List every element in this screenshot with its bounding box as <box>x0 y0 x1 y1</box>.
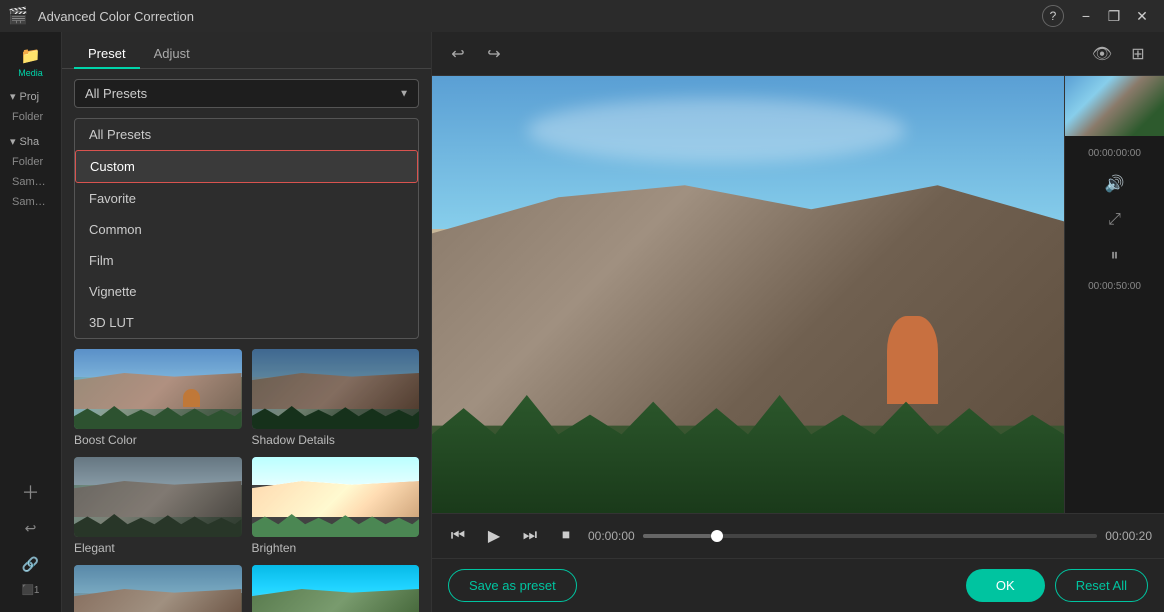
bottom-actions: Save as preset OK Reset All <box>432 558 1164 612</box>
nav-item-media[interactable]: 📁 Media <box>4 40 57 84</box>
preset-label-brighten: Brighten <box>252 541 420 555</box>
menu-item-3d-lut[interactable]: 3D LUT <box>75 307 418 338</box>
mini-play-pause-button[interactable]: ⏸ <box>1100 241 1130 271</box>
app-icon: 🎬 <box>8 6 28 26</box>
window-title: Advanced Color Correction <box>34 9 1042 24</box>
preset-thumb-shadow-details <box>252 349 420 429</box>
menu-item-favorite[interactable]: Favorite <box>75 183 418 214</box>
menu-item-common[interactable]: Common <box>75 214 418 245</box>
preset-dropdown-container: All Presets Custom Favorite Common Film … <box>62 69 431 118</box>
nav-undo-button[interactable]: ↩ <box>16 513 46 543</box>
next-frame-button[interactable]: ⏭ <box>516 522 544 550</box>
total-time: 00:00:20 <box>1105 529 1152 543</box>
preview-button[interactable]: 👁 <box>1088 40 1116 68</box>
redo-button[interactable]: ↪ <box>480 40 508 68</box>
ok-reset-group: OK Reset All <box>966 569 1148 602</box>
presets-area: Boost Color Shadow Details <box>62 339 431 612</box>
preset-item-brighten[interactable]: Brighten <box>252 457 420 555</box>
scene-clouds <box>527 98 906 164</box>
chevron-icon: ▾ <box>10 90 16 103</box>
preset-label-boost-color: Boost Color <box>74 433 242 447</box>
right-mini-panel: 00:00:00:00 🔊 ⤢ ⏸ 00:00:50:00 <box>1064 76 1164 513</box>
titlebar: 🎬 Advanced Color Correction ? − ❐ ✕ <box>0 0 1164 32</box>
mini-preview-thumb <box>1065 76 1164 136</box>
scene-rock <box>432 185 1064 425</box>
menu-item-all-presets[interactable]: All Presets <box>75 119 418 150</box>
preset-thumb-elegant <box>74 457 242 537</box>
nav-label-share: Sha <box>20 136 40 148</box>
preset-dropdown-menu: All Presets Custom Favorite Common Film … <box>74 118 419 339</box>
mini-time-bottom: 00:00:50:00 <box>1084 277 1145 296</box>
mini-volume-button[interactable]: 🔊 <box>1100 169 1130 199</box>
app-nav-sidebar: 📁 Media ▾ Proj Folder ▾ Sha Folder Sampl… <box>0 32 62 612</box>
nav-project-expand[interactable]: ▾ Proj <box>4 86 57 107</box>
video-content-area: ↩ ↪ 👁 ⊞ <box>432 32 1164 612</box>
nav-sub-folder2[interactable]: Folder <box>4 152 57 172</box>
compare-button[interactable]: ⊞ <box>1124 40 1152 68</box>
mini-controls: 00:00:00:00 🔊 ⤢ ⏸ 00:00:50:00 <box>1065 136 1164 513</box>
playback-controls: ⏮ ▶ ⏭ ⏹ 00:00:00 00:00:20 <box>432 513 1164 558</box>
tab-preset[interactable]: Preset <box>74 40 140 69</box>
save-preset-button[interactable]: Save as preset <box>448 569 577 602</box>
preset-label-elegant: Elegant <box>74 541 242 555</box>
preset-item-6[interactable] <box>252 565 420 612</box>
tab-adjust[interactable]: Adjust <box>140 40 204 69</box>
progress-fill <box>643 534 711 538</box>
preset-item-shadow-details[interactable]: Shadow Details <box>252 349 420 447</box>
preset-label-shadow-details: Shadow Details <box>252 433 420 447</box>
nav-sub-sample-vid[interactable]: Sample Vid... <box>4 192 57 212</box>
video-frame <box>432 76 1064 513</box>
stop-button[interactable]: ⏹ <box>552 522 580 550</box>
scene-orange-tree <box>887 316 938 403</box>
progress-bar[interactable] <box>643 534 1098 538</box>
ok-button[interactable]: OK <box>966 569 1045 602</box>
preset-item-boost-color[interactable]: Boost Color <box>74 349 242 447</box>
current-time: 00:00:00 <box>588 529 635 543</box>
menu-item-vignette[interactable]: Vignette <box>75 276 418 307</box>
close-button[interactable]: ✕ <box>1128 5 1156 27</box>
toolbar-right: 👁 ⊞ <box>1088 40 1152 68</box>
restore-button[interactable]: ❐ <box>1100 5 1128 27</box>
menu-item-custom[interactable]: Custom <box>75 150 418 183</box>
prev-frame-button[interactable]: ⏮ <box>444 522 472 550</box>
video-toolbar: ↩ ↪ 👁 ⊞ <box>432 32 1164 76</box>
panel-tabs: Preset Adjust <box>62 32 431 69</box>
nav-label-media: Media <box>18 68 43 78</box>
nav-label-project: Proj <box>20 91 40 103</box>
toolbar-left: ↩ ↪ <box>444 40 508 68</box>
reset-all-button[interactable]: Reset All <box>1055 569 1148 602</box>
color-correction-panel: Preset Adjust All Presets Custom Favorit… <box>62 32 432 612</box>
nav-track-count: ⬛1 <box>21 585 39 596</box>
preset-thumb-brighten <box>252 457 420 537</box>
nav-link-button[interactable]: 🔗 <box>16 549 46 579</box>
preset-thumb-5 <box>74 565 242 612</box>
nav-sub-sample-co[interactable]: Sample Co... <box>4 172 57 192</box>
nav-add-button[interactable]: ＋ <box>16 477 46 507</box>
mini-time-top: 00:00:00:00 <box>1084 144 1145 163</box>
video-preview <box>432 76 1064 513</box>
preset-thumb-6 <box>252 565 420 612</box>
play-button[interactable]: ▶ <box>480 522 508 550</box>
preset-dropdown-wrapper: All Presets Custom Favorite Common Film … <box>74 79 419 108</box>
media-icon: 📁 <box>21 46 41 66</box>
nav-sub-folder[interactable]: Folder <box>4 107 57 127</box>
video-and-mini-panel: 00:00:00:00 🔊 ⤢ ⏸ 00:00:50:00 <box>432 76 1164 513</box>
preset-item-5[interactable] <box>74 565 242 612</box>
undo-button[interactable]: ↩ <box>444 40 472 68</box>
chevron-icon-2: ▾ <box>10 135 16 148</box>
progress-thumb <box>711 530 723 542</box>
help-button[interactable]: ? <box>1042 5 1064 27</box>
preset-dropdown[interactable]: All Presets Custom Favorite Common Film … <box>74 79 419 108</box>
minimize-button[interactable]: − <box>1072 5 1100 27</box>
preset-thumb-boost-color <box>74 349 242 429</box>
presets-grid: Boost Color Shadow Details <box>74 349 419 612</box>
mini-expand-button[interactable]: ⤢ <box>1100 205 1130 235</box>
menu-item-film[interactable]: Film <box>75 245 418 276</box>
preset-item-elegant[interactable]: Elegant <box>74 457 242 555</box>
nav-share-expand[interactable]: ▾ Sha <box>4 131 57 152</box>
